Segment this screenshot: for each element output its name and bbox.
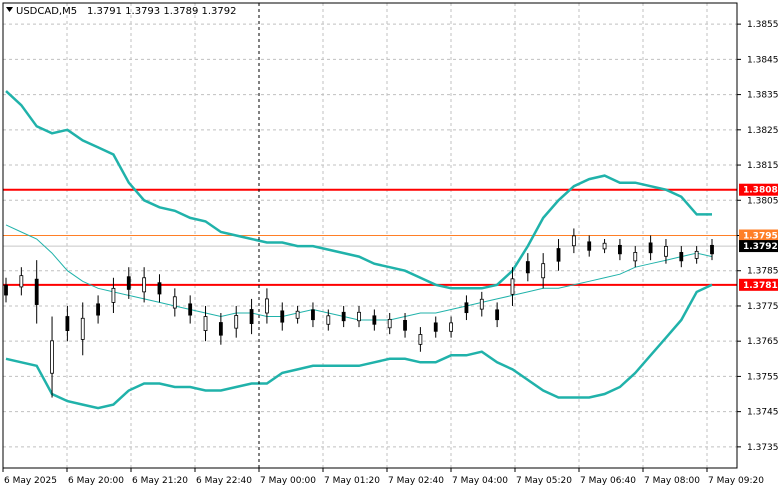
candle-body bbox=[172, 296, 177, 309]
x-tick-label: 7 May 09:20 bbox=[708, 476, 764, 486]
candle-body bbox=[464, 302, 469, 314]
candle-body bbox=[4, 284, 8, 296]
x-tick-label: 7 May 06:40 bbox=[580, 476, 636, 486]
chart-background bbox=[0, 0, 781, 489]
candle-body bbox=[203, 316, 208, 332]
y-tick-label: 1.3835 bbox=[747, 91, 779, 101]
candle-body bbox=[357, 311, 361, 322]
candle-body bbox=[234, 315, 239, 329]
x-tick-label: 7 May 00:00 bbox=[260, 476, 316, 486]
candle-body bbox=[648, 242, 653, 254]
x-tick-label: 7 May 05:20 bbox=[516, 476, 572, 486]
candle-body bbox=[295, 310, 300, 319]
price-chart[interactable]: 1.3855 1.3845 1.3835 1.3825 1.3815 1.3805 1.37… bbox=[0, 0, 781, 489]
candle-body bbox=[65, 316, 70, 332]
candle-body bbox=[341, 311, 346, 322]
ohlc-values: 1.3791 1.3793 1.3789 1.3792 bbox=[87, 6, 237, 17]
candle-body bbox=[587, 241, 592, 251]
candle-body bbox=[265, 298, 269, 314]
price-badge-label: 1.3792 bbox=[743, 242, 778, 252]
candle-body bbox=[418, 334, 423, 345]
y-tick-label: 1.3855 bbox=[747, 20, 779, 30]
candle-body bbox=[556, 248, 561, 262]
candle-body bbox=[111, 287, 116, 303]
x-tick-label: 7 May 04:00 bbox=[452, 476, 508, 486]
candle-body bbox=[96, 303, 100, 316]
candle-body bbox=[510, 278, 515, 295]
candle-body bbox=[157, 282, 162, 295]
x-tick-label: 7 May 02:40 bbox=[388, 476, 444, 486]
symbol-timeframe: USDCAD,M5 bbox=[16, 6, 77, 17]
candle-body bbox=[34, 278, 39, 305]
candle-body bbox=[387, 318, 392, 329]
y-tick-label: 1.3775 bbox=[747, 302, 779, 312]
candle-body bbox=[280, 310, 285, 323]
level-badge-label: 1.3781 bbox=[743, 281, 778, 291]
candle-body bbox=[694, 250, 699, 259]
y-tick-label: 1.3735 bbox=[747, 443, 779, 453]
x-tick-label: 6 May 20:00 bbox=[68, 476, 124, 486]
candle-body bbox=[495, 309, 500, 321]
candle-body bbox=[449, 322, 453, 332]
candle-body bbox=[188, 303, 193, 316]
candle-body bbox=[664, 246, 668, 257]
candle-body bbox=[525, 261, 530, 274]
y-tick-label: 1.3755 bbox=[747, 372, 779, 382]
y-tick-label: 1.3815 bbox=[747, 161, 779, 171]
candle-body bbox=[602, 242, 607, 250]
candle-body bbox=[679, 252, 684, 262]
candle-body bbox=[311, 309, 315, 321]
x-tick-label: 6 May 2025 bbox=[4, 476, 57, 486]
level-badge-label: 1.3808 bbox=[743, 186, 778, 196]
chart-header: USDCAD,M5 1.3791 1.3793 1.3789 1.3792 bbox=[6, 6, 237, 17]
candle-body bbox=[433, 322, 438, 332]
y-tick-label: 1.3745 bbox=[747, 408, 779, 418]
candle-body bbox=[326, 315, 331, 325]
y-tick-label: 1.3845 bbox=[747, 55, 779, 65]
candle-body bbox=[633, 252, 638, 262]
x-tick-label: 7 May 01:20 bbox=[324, 476, 380, 486]
candle-body bbox=[80, 317, 85, 340]
candle-body bbox=[249, 309, 254, 324]
candle-body bbox=[372, 315, 377, 325]
candle-body bbox=[479, 298, 484, 310]
x-tick-label: 6 May 22:40 bbox=[196, 476, 252, 486]
price-badge-label: 1.3795 bbox=[743, 232, 778, 242]
candle-body bbox=[710, 244, 714, 255]
candle-body bbox=[126, 276, 131, 290]
candle-body bbox=[19, 275, 24, 288]
candle-body bbox=[618, 244, 622, 255]
candle-body bbox=[571, 235, 576, 247]
y-tick-label: 1.3805 bbox=[747, 196, 779, 206]
x-tick-label: 7 May 08:00 bbox=[644, 476, 700, 486]
candle-body bbox=[142, 277, 147, 293]
candle-body bbox=[218, 322, 223, 336]
y-tick-label: 1.3785 bbox=[747, 267, 779, 277]
y-tick-label: 1.3765 bbox=[747, 337, 779, 347]
candle-body bbox=[541, 263, 546, 279]
x-tick-label: 6 May 21:20 bbox=[132, 476, 188, 486]
candle-body bbox=[403, 319, 407, 331]
y-tick-label: 1.3825 bbox=[747, 126, 779, 136]
candle-body bbox=[50, 340, 54, 374]
